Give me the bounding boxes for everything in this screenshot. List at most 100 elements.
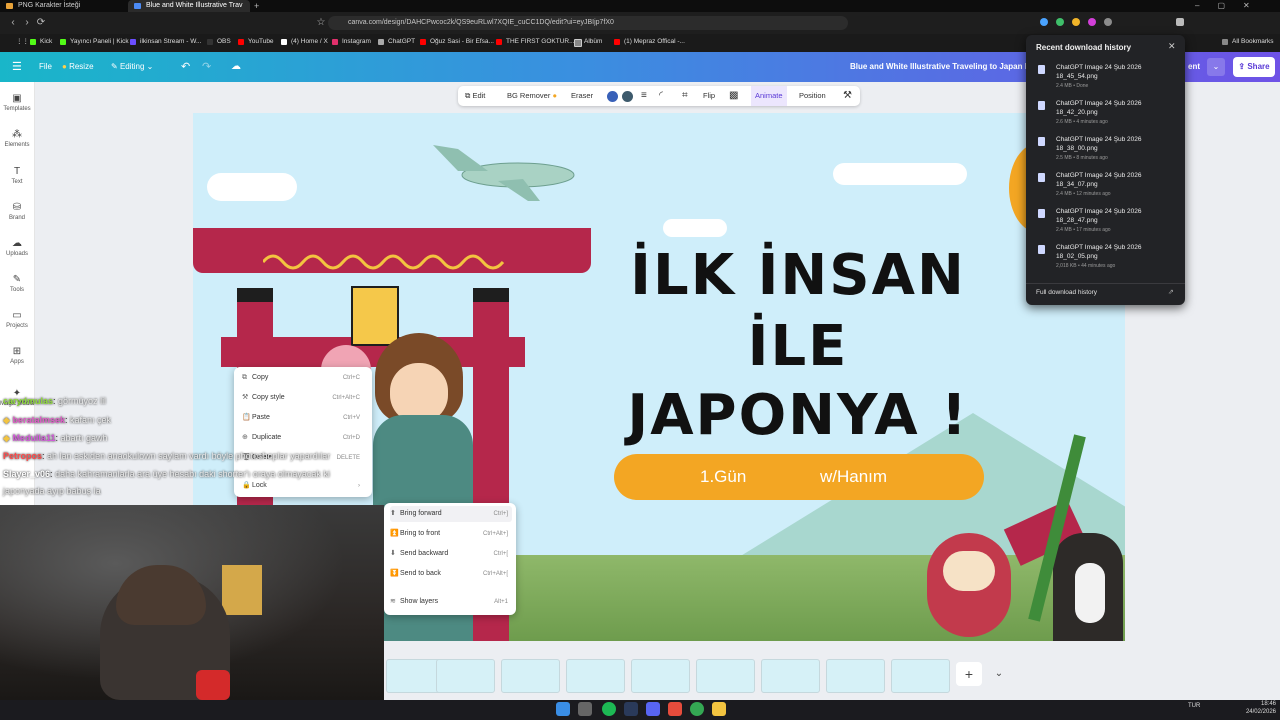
position-button[interactable]: Position xyxy=(799,86,826,106)
bookmark-item[interactable]: YouTube xyxy=(238,36,274,48)
crop-icon[interactable]: ⌗ xyxy=(682,86,688,106)
bookmark-item[interactable]: Kick xyxy=(30,36,52,48)
present-button[interactable]: ent xyxy=(1188,58,1200,76)
sidebar-item-projects[interactable]: ▭ Projects xyxy=(0,310,34,329)
close-icon[interactable]: ✕ xyxy=(1168,41,1176,52)
download-item[interactable]: ChatGPT Image 24 Şub 2026 18_38_00.png 2.… xyxy=(1034,135,1174,169)
page-thumbnail[interactable] xyxy=(696,659,755,693)
bookmark-item[interactable]: Yayıncı Paneli | Kick xyxy=(60,36,129,48)
menu-item-send-backward[interactable]: ⬇ Send backward Ctrl+[ xyxy=(390,546,512,562)
bookmark-item[interactable]: (4) Home / X xyxy=(281,36,328,48)
redo-icon[interactable]: ↷ xyxy=(202,58,211,76)
page-thumbnail[interactable] xyxy=(826,659,885,693)
download-item[interactable]: ChatGPT Image 24 Şub 2026 18_34_07.png 2.… xyxy=(1034,171,1174,205)
slide-title-line2[interactable]: İLE xyxy=(613,312,983,382)
menu-item-paste[interactable]: 📋Paste Ctrl+V xyxy=(242,410,364,426)
sidebar-item-uploads[interactable]: ☁ Uploads xyxy=(0,238,34,257)
cloud-save-icon[interactable]: ☁ xyxy=(231,58,241,76)
download-item[interactable]: ChatGPT Image 24 Şub 2026 18_42_20.png 2.… xyxy=(1034,99,1174,133)
sidebar-item-tools[interactable]: ✎ Tools xyxy=(0,274,34,293)
bookmark-item[interactable]: THE FIRST GOKTUR... xyxy=(496,36,575,48)
menu-icon[interactable]: ☰ xyxy=(12,58,22,76)
sidebar-item-elements[interactable]: ⁂ Elements xyxy=(0,129,34,148)
reload-icon[interactable]: ⟳ xyxy=(34,16,48,30)
border-style-icon[interactable]: ≡ xyxy=(641,86,647,106)
clock[interactable]: 18:46 24/02/2026 xyxy=(1240,700,1276,716)
menu-item-bring-to-front[interactable]: ⏫Bring to front Ctrl+Alt+] xyxy=(390,526,512,542)
flip-button[interactable]: Flip xyxy=(703,86,715,106)
menu-item-bring-forward[interactable]: ⬆ Bring forward Ctrl+] xyxy=(390,506,512,522)
color-swatch-slate[interactable] xyxy=(622,91,633,102)
menu-item-copy[interactable]: ⧉ Copy Ctrl+C xyxy=(242,370,364,386)
open-external-icon[interactable]: ⇗ xyxy=(1168,288,1174,296)
bookmark-item[interactable]: Albüm xyxy=(574,36,602,48)
file-menu-button[interactable]: File xyxy=(39,58,52,76)
tab-canva-design[interactable]: Blue and White Illustrative Trav xyxy=(128,0,250,12)
all-bookmarks[interactable]: All Bookmarks xyxy=(1222,36,1274,48)
bg-remover-button[interactable]: BG Remover ● xyxy=(507,86,557,106)
share-button[interactable]: ⇪ Share xyxy=(1233,57,1275,77)
sidebar-item-apps[interactable]: ⊞ Apps xyxy=(0,346,34,365)
undo-icon[interactable]: ↶ xyxy=(181,58,190,76)
page-thumbnail[interactable] xyxy=(891,659,950,693)
back-icon[interactable]: ‹ xyxy=(6,16,20,30)
animate-button[interactable]: Animate xyxy=(751,86,787,106)
page-thumbnail[interactable] xyxy=(566,659,625,693)
discord-icon[interactable] xyxy=(646,702,660,716)
start-icon[interactable] xyxy=(556,702,570,716)
filmstrip-chevron-down-icon[interactable]: ⌄ xyxy=(992,662,1006,686)
transparency-icon[interactable]: ▩ xyxy=(729,86,738,106)
add-page-button[interactable]: + xyxy=(956,662,982,686)
menu-item-send-to-back[interactable]: ⏬Send to back Ctrl+Alt+[ xyxy=(390,566,512,582)
url-field[interactable]: canva.com/design/DAHCPwcoc2k/QS9euRLwl7X… xyxy=(328,16,848,30)
page-thumbnail[interactable] xyxy=(761,659,820,693)
slide-title-line1[interactable]: İLK İNSAN xyxy=(613,241,983,311)
eraser-button[interactable]: Eraser xyxy=(571,86,593,106)
page-thumbnail[interactable] xyxy=(436,659,495,693)
sidebar-item-text[interactable]: T Text xyxy=(0,166,34,185)
new-tab-icon[interactable]: + xyxy=(254,0,264,12)
sidebar-item-templates[interactable]: ▣ Templates xyxy=(0,93,34,112)
chrome-icon[interactable] xyxy=(690,702,704,716)
apps-grid-icon[interactable]: ⋮⋮ xyxy=(6,36,29,48)
bookmark-item[interactable]: OBS xyxy=(207,36,231,48)
full-download-history-link[interactable]: Full download history xyxy=(1036,289,1097,296)
brave-icon[interactable] xyxy=(668,702,682,716)
menu-item-duplicate[interactable]: ⊕ Duplicate Ctrl+D xyxy=(242,430,364,446)
download-item[interactable]: ChatGPT Image 24 Şub 2026 18_02_05.png 2,… xyxy=(1034,243,1174,277)
spotify-icon[interactable] xyxy=(602,702,616,716)
menu-item-lock[interactable]: 🔒Lock › xyxy=(242,478,364,494)
menu-item-copy-style[interactable]: ⚒ Copy style Ctrl+Alt+C xyxy=(242,390,364,406)
day-banner[interactable]: 1.Gün w/Hanım xyxy=(614,454,984,500)
folder-icon[interactable] xyxy=(712,702,726,716)
tab-png-karakter[interactable]: PNG Karakter İsteği xyxy=(0,0,125,12)
window-controls[interactable]: –▢✕ xyxy=(1195,0,1275,12)
language-indicator[interactable]: TUR xyxy=(1188,703,1200,709)
corner-rounding-icon[interactable]: ◜ xyxy=(659,86,663,106)
slide-title-line3[interactable]: JAPONYA ! xyxy=(613,381,983,451)
bookmark-item[interactable]: (1) Mepraz Offical -... xyxy=(614,36,685,48)
bookmark-star-icon[interactable]: ☆ xyxy=(314,16,328,30)
page-thumbnail[interactable] xyxy=(501,659,560,693)
uploads-icon: ☁ xyxy=(12,238,22,249)
page-thumbnail[interactable] xyxy=(631,659,690,693)
present-dropdown-icon[interactable]: ⌄ xyxy=(1207,58,1225,76)
download-item[interactable]: ChatGPT Image 24 Şub 2026 18_28_47.png 2.… xyxy=(1034,207,1174,241)
edit-button[interactable]: ⧉ Edit xyxy=(465,86,485,106)
steam-icon[interactable] xyxy=(624,702,638,716)
document-title[interactable]: Blue and White Illustrative Traveling to… xyxy=(850,58,1047,76)
bookmark-item[interactable]: ilkinsan Stream - W... xyxy=(130,36,201,48)
bookmark-item[interactable]: ChatGPT xyxy=(378,36,415,48)
forward-icon[interactable]: › xyxy=(20,16,34,30)
paint-format-icon[interactable]: ⚒ xyxy=(843,86,852,106)
bookmark-item[interactable]: Instagram xyxy=(332,36,371,48)
editing-mode-button[interactable]: ✎ Editing ⌄ xyxy=(111,58,153,76)
color-swatch-blue[interactable] xyxy=(607,91,618,102)
search-icon[interactable] xyxy=(578,702,592,716)
bookmark-item[interactable]: Oğuz Sasi - Bir Efsa... xyxy=(420,36,494,48)
download-icon[interactable] xyxy=(1176,18,1184,26)
sidebar-item-brand[interactable]: ⛁ Brand xyxy=(0,202,34,221)
menu-item-show-layers[interactable]: ≋ Show layers Alt+1 xyxy=(390,594,512,610)
resize-button[interactable]: ● Resize xyxy=(62,58,94,76)
download-item[interactable]: ChatGPT Image 24 Şub 2026 18_45_54.png 2.… xyxy=(1034,63,1174,97)
